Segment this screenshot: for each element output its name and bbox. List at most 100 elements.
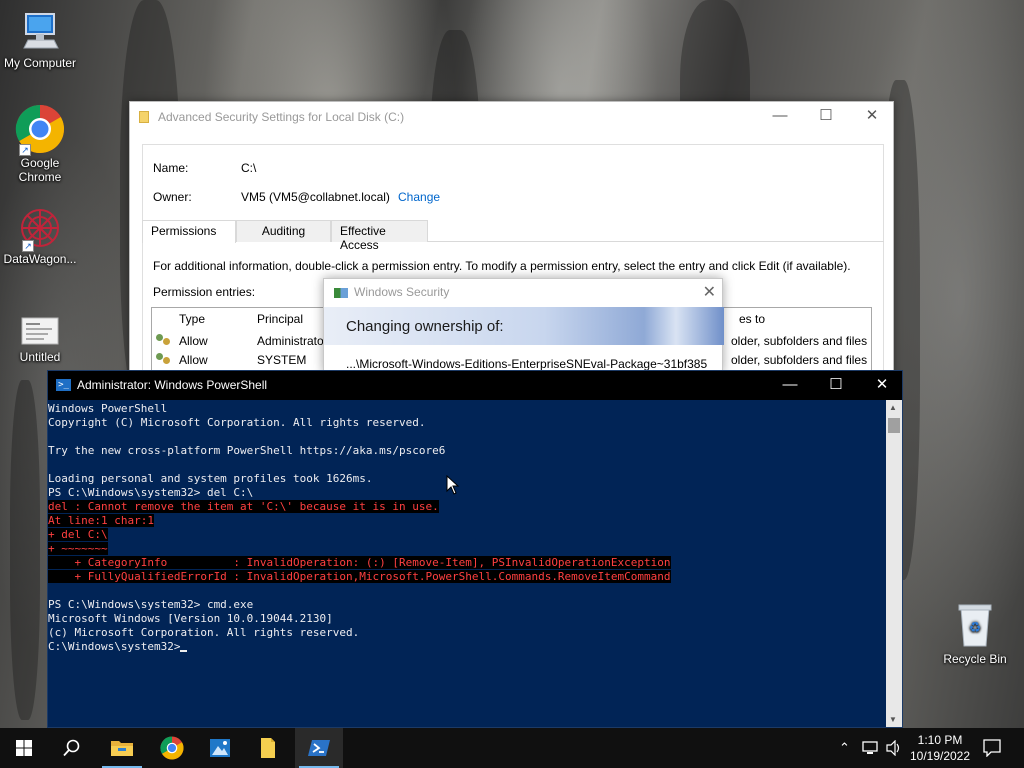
console-line: PS C:\Windows\system32> cmd.exe [48,598,886,612]
console-error-line: + del C:\ [48,528,886,542]
column-header-type[interactable]: Type [179,312,205,326]
console-line-text: del : Cannot remove the item at 'C:\' be… [48,500,439,513]
tab-strip: Permissions Auditing Effective Access [142,220,884,252]
desktop-icon-recycle-bin[interactable]: ♻ Recycle Bin [935,602,1015,666]
taskbar-clock[interactable]: 1:10 PM 10/19/2022 [905,732,975,764]
name-value: C:\ [241,161,257,175]
console-line: Copyright (C) Microsoft Corporation. All… [48,416,886,430]
taskbar-chrome[interactable] [148,728,196,768]
console-line-text: At line:1 char:1 [48,514,154,527]
console-line-text: + CategoryInfo : InvalidOperation: (:) [… [48,556,671,569]
console-line-text: PS C:\Windows\system32> del C:\ [48,486,254,499]
minimize-button[interactable]: — [757,102,803,132]
column-header-applies-to[interactable]: es to [739,312,765,326]
show-hidden-icons-chevron-icon[interactable]: ⌃ [839,740,850,756]
powershell-icon [308,740,330,756]
entry-principal: SYSTEM [257,353,307,367]
mouse-pointer-icon [446,475,460,495]
console-error-line: At line:1 char:1 [48,514,886,528]
notepad-icon [261,738,275,758]
vertical-scrollbar[interactable]: ▲ ▼ [886,400,902,727]
search-button[interactable] [48,728,96,768]
console-line: C:\Windows\system32> [48,640,886,654]
console-line: Microsoft Windows [Version 10.0.19044.21… [48,612,886,626]
entry-applies-to: older, subfolders and files [731,353,868,367]
entry-type: Allow [179,334,208,348]
console-line-text: (c) Microsoft Corporation. All rights re… [48,626,360,639]
chrome-icon [160,736,184,760]
entry-type: Allow [179,353,208,367]
console-line-text: + FullyQualifiedErrorId : InvalidOperati… [48,570,671,583]
scroll-down-icon[interactable]: ▼ [889,715,897,724]
desktop-icon-label: DataWagon... [3,252,77,266]
start-icon [16,740,32,756]
console-line-text: Loading personal and system profiles too… [48,472,373,485]
close-button[interactable]: ✕ [859,371,905,400]
console-error-line: + CategoryInfo : InvalidOperation: (:) [… [48,556,886,570]
change-owner-link[interactable]: Change [398,190,440,204]
owner-label: Owner: [153,190,192,204]
taskbar-file-explorer[interactable] [98,728,146,768]
users-icon [156,334,171,346]
taskbar-photos[interactable] [196,728,244,768]
desktop-icon-label: Recycle Bin [943,652,1007,666]
console-error-line: + ~~~~~~~ [48,542,886,556]
console-line: Loading personal and system profiles too… [48,472,886,486]
console-line-text: + del C:\ [48,528,108,541]
clock-time: 1:10 PM [917,733,963,747]
clock-date: 10/19/2022 [909,749,971,763]
close-button[interactable]: ✕ [849,102,895,132]
search-icon [63,739,80,757]
window-titlebar[interactable]: >_ Administrator: Windows PowerShell — ☐… [48,371,902,400]
dialog-close-button[interactable]: ✕ [703,282,716,302]
name-label: Name: [153,161,189,175]
console-line-text: C:\Windows\system32> [48,640,181,653]
permission-entries-label: Permission entries: [153,285,256,299]
taskbar-powershell[interactable] [295,728,343,768]
ownership-path: ...\Microsoft-Windows-Editions-Enterpris… [346,357,708,371]
desktop-icon-label: My Computer [3,56,77,70]
console-line-text: PS C:\Windows\system32> cmd.exe [48,598,254,611]
document-icon [20,314,60,348]
network-icon[interactable] [862,740,880,756]
file-explorer-icon [111,741,133,756]
start-button[interactable] [0,728,48,768]
computer-icon [20,10,60,54]
desktop-icon-my-computer[interactable]: My Computer [0,10,80,70]
minimize-button[interactable]: — [767,371,813,400]
volume-icon[interactable] [886,740,902,756]
shortcut-arrow-icon: ↗ [22,240,34,252]
console-line: (c) Microsoft Corporation. All rights re… [48,626,886,640]
photos-icon [210,739,230,757]
maximize-button[interactable]: ☐ [813,371,859,400]
window-titlebar[interactable]: Advanced Security Settings for Local Dis… [130,102,893,132]
desktop-icon-google-chrome[interactable]: ↗ Google Chrome [0,104,80,184]
column-header-principal[interactable]: Principal [257,312,303,326]
tab-permissions[interactable]: Permissions [142,220,236,243]
owner-value: VM5 (VM5@collabnet.local) [241,190,390,204]
dialog-title: Windows Security [354,285,450,299]
console-line: Windows PowerShell [48,402,886,416]
powershell-window: >_ Administrator: Windows PowerShell — ☐… [47,370,903,728]
security-shield-icon [334,288,348,298]
taskbar-notepad[interactable] [244,728,292,768]
window-title: Administrator: Windows PowerShell [77,378,268,392]
tab-effective-access[interactable]: Effective Access [331,220,428,252]
windows-security-dialog: Windows Security ✕ Changing ownership of… [323,278,724,373]
folder-icon [139,111,149,123]
dialog-heading: Changing ownership of: [346,318,504,335]
desktop-icon-untitled[interactable]: Untitled [0,314,80,364]
datawagon-icon: ↗ [18,206,62,252]
recycle-bin-icon: ♻ [955,602,995,650]
action-center-icon[interactable] [983,739,1001,757]
shortcut-arrow-icon: ↗ [19,144,31,156]
desktop-icon-datawagon[interactable]: ↗ DataWagon... [0,206,80,266]
console-output[interactable]: Windows PowerShell Copyright (C) Microsof… [48,402,886,727]
scroll-up-icon[interactable]: ▲ [889,403,897,412]
maximize-button[interactable]: ☐ [803,102,849,132]
scrollbar-thumb[interactable] [888,418,900,433]
console-line-text: Windows PowerShell [48,402,168,415]
console-line-text: Microsoft Windows [Version 10.0.19044.21… [48,612,333,625]
tab-auditing[interactable]: Auditing [236,220,331,242]
